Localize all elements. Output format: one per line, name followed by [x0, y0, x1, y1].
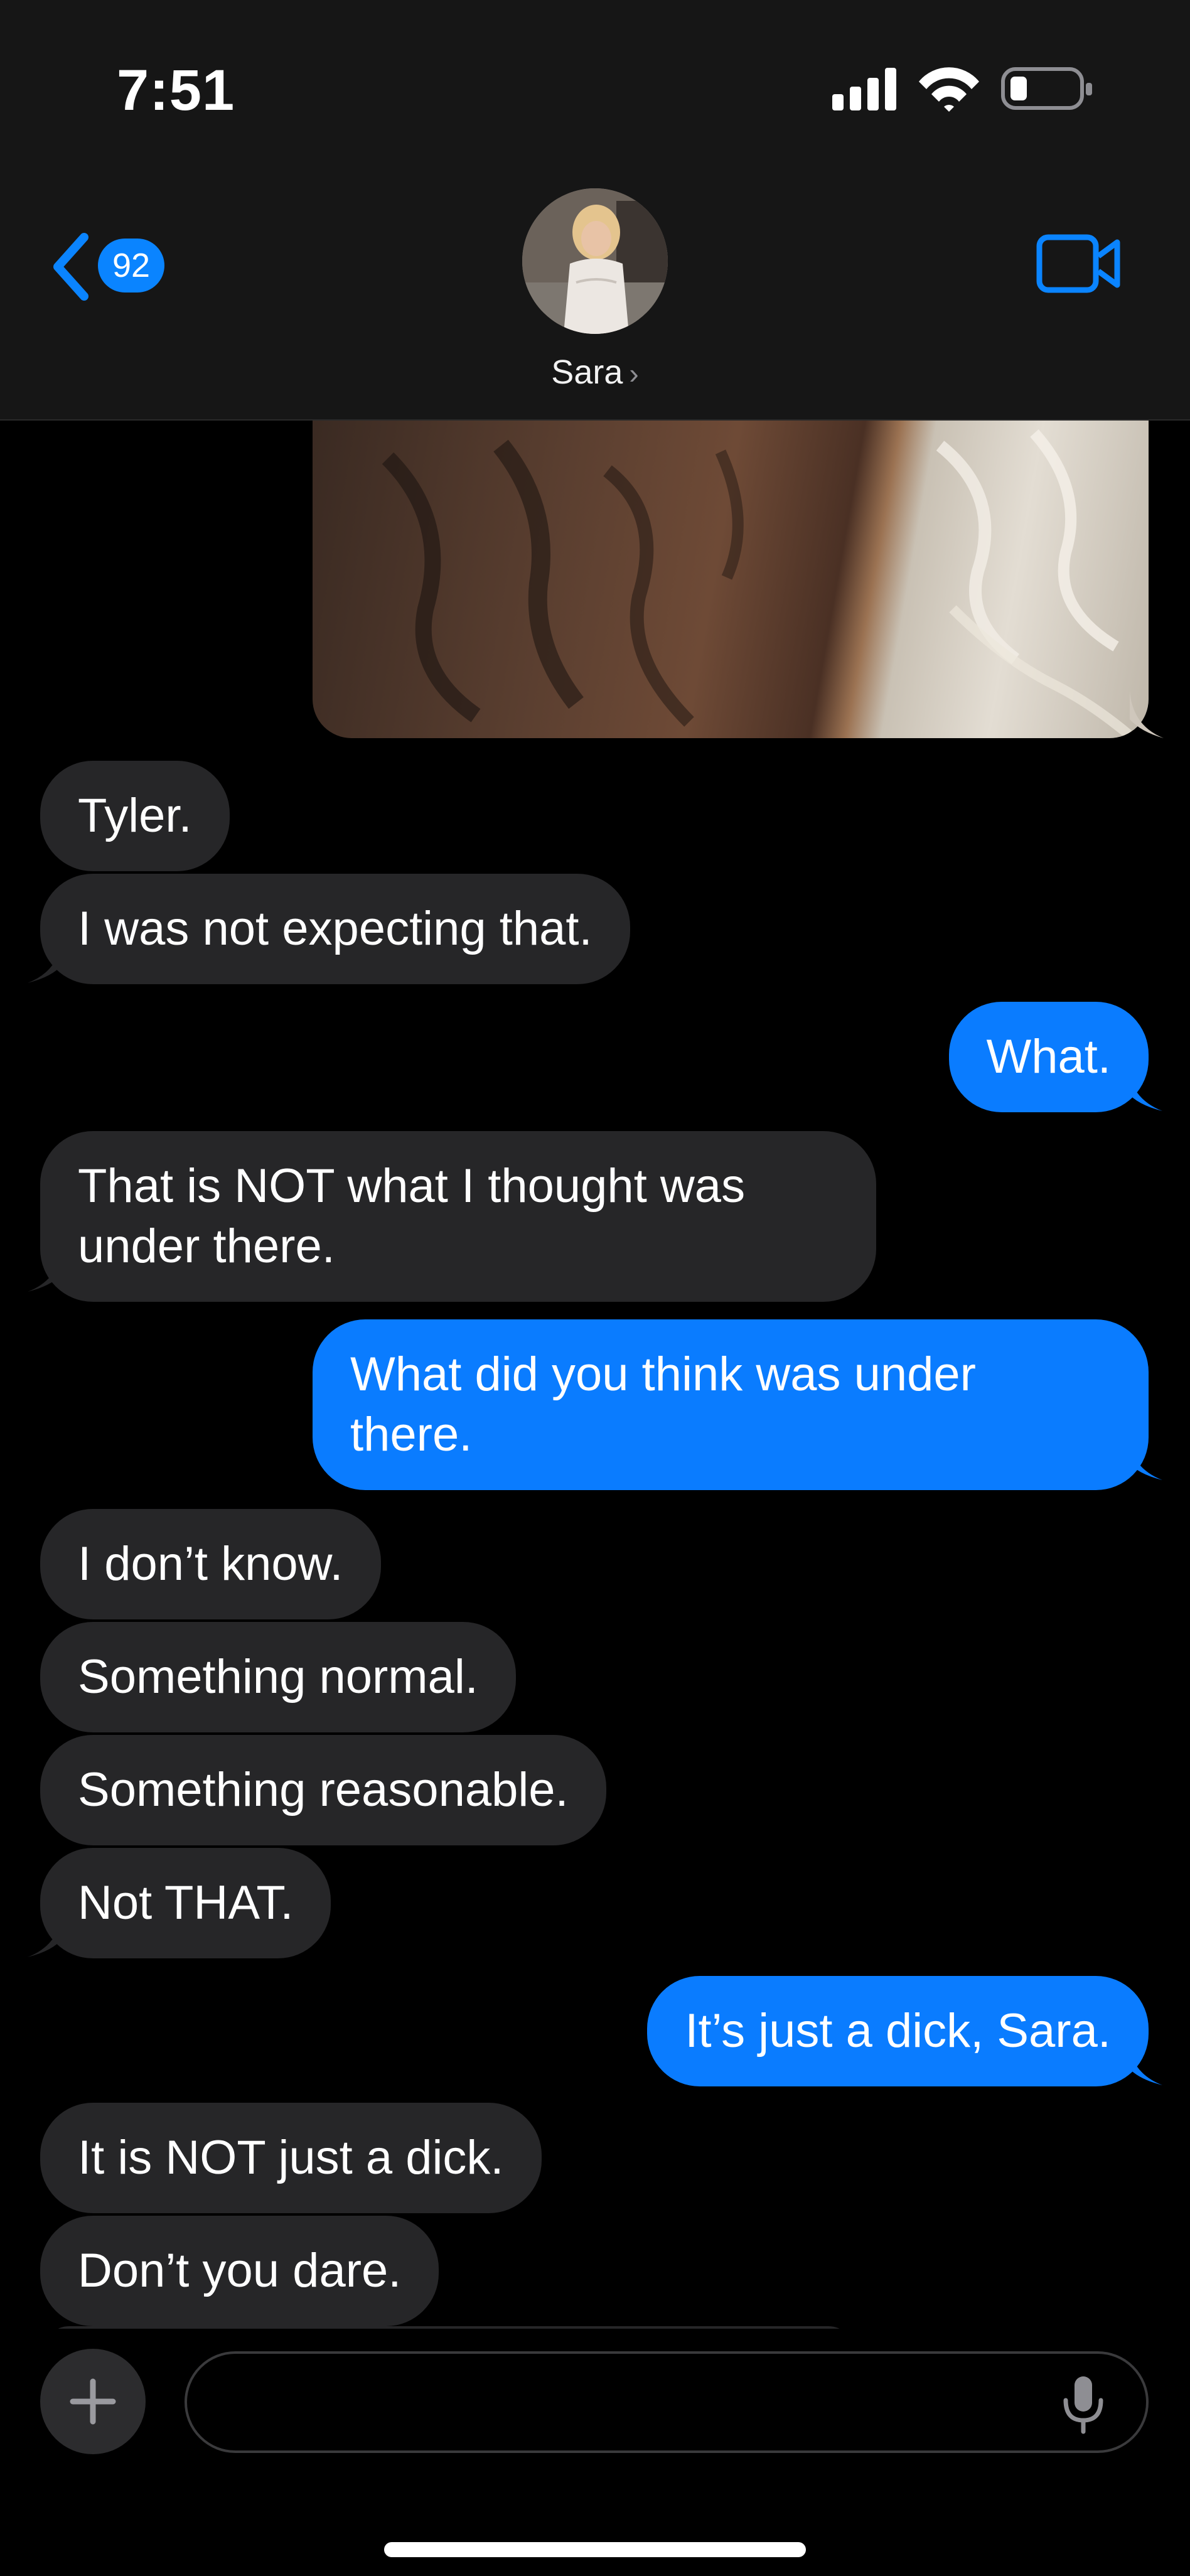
message-incoming[interactable]: I don’t know.	[40, 1509, 381, 1619]
image-attachment[interactable]	[313, 421, 1149, 738]
cellular-signal-icon	[832, 68, 896, 110]
status-time: 7:51	[117, 58, 235, 122]
image-attachment-content	[382, 429, 1132, 738]
home-indicator[interactable]	[384, 2542, 806, 2557]
add-attachment-button[interactable]	[40, 2349, 146, 2454]
message-incoming[interactable]: Something reasonable.	[40, 1735, 606, 1845]
message-incoming[interactable]: Don’t you dare.	[40, 2216, 439, 2326]
chevron-right-icon: ›	[629, 357, 639, 390]
unread-count-badge: 92	[98, 239, 164, 292]
contact-name-button[interactable]: Sara ›	[0, 353, 1190, 392]
message-thread[interactable]: Tyler. I was not expecting that. What. T…	[0, 421, 1190, 2329]
message-outgoing[interactable]: It’s just a dick, Sara.	[647, 1976, 1149, 2086]
wifi-icon	[919, 67, 979, 112]
message-input[interactable]	[185, 2351, 1149, 2453]
contact-name: Sara	[551, 353, 623, 391]
message-outgoing[interactable]: What did you think was under there.	[313, 1319, 1149, 1490]
message-incoming-partial	[44, 2326, 854, 2329]
microphone-icon[interactable]	[1058, 2374, 1108, 2434]
bubble-tail	[28, 935, 63, 983]
message-incoming[interactable]: It is NOT just a dick.	[40, 2103, 542, 2213]
message-incoming[interactable]: Tyler.	[40, 761, 230, 871]
avatar-photo	[522, 188, 668, 334]
conversation-header: 7:51 92 Sara ›	[0, 0, 1190, 421]
bubble-tail	[28, 1244, 63, 1292]
plus-icon	[70, 2378, 116, 2425]
message-incoming[interactable]: That is NOT what I thought was under the…	[40, 1131, 876, 1302]
avatar[interactable]	[522, 188, 668, 334]
back-button[interactable]: 92	[49, 230, 174, 305]
bubble-tail	[1127, 1063, 1162, 1111]
message-incoming[interactable]: I was not expecting that.	[40, 874, 630, 984]
bubble-tail	[1130, 690, 1164, 738]
video-camera-icon[interactable]	[1036, 233, 1121, 294]
message-incoming[interactable]: Something normal.	[40, 1622, 516, 1732]
status-icons	[832, 67, 1092, 112]
message-outgoing[interactable]: What.	[948, 1002, 1149, 1112]
bubble-tail	[1127, 2037, 1162, 2085]
bubble-tail	[1127, 1432, 1162, 1480]
message-incoming[interactable]: Not THAT.	[40, 1848, 331, 1958]
battery-low-icon	[1001, 67, 1092, 110]
composer-bar	[0, 2330, 1190, 2576]
bubble-tail	[28, 1909, 63, 1957]
chevron-left-icon	[53, 233, 88, 301]
